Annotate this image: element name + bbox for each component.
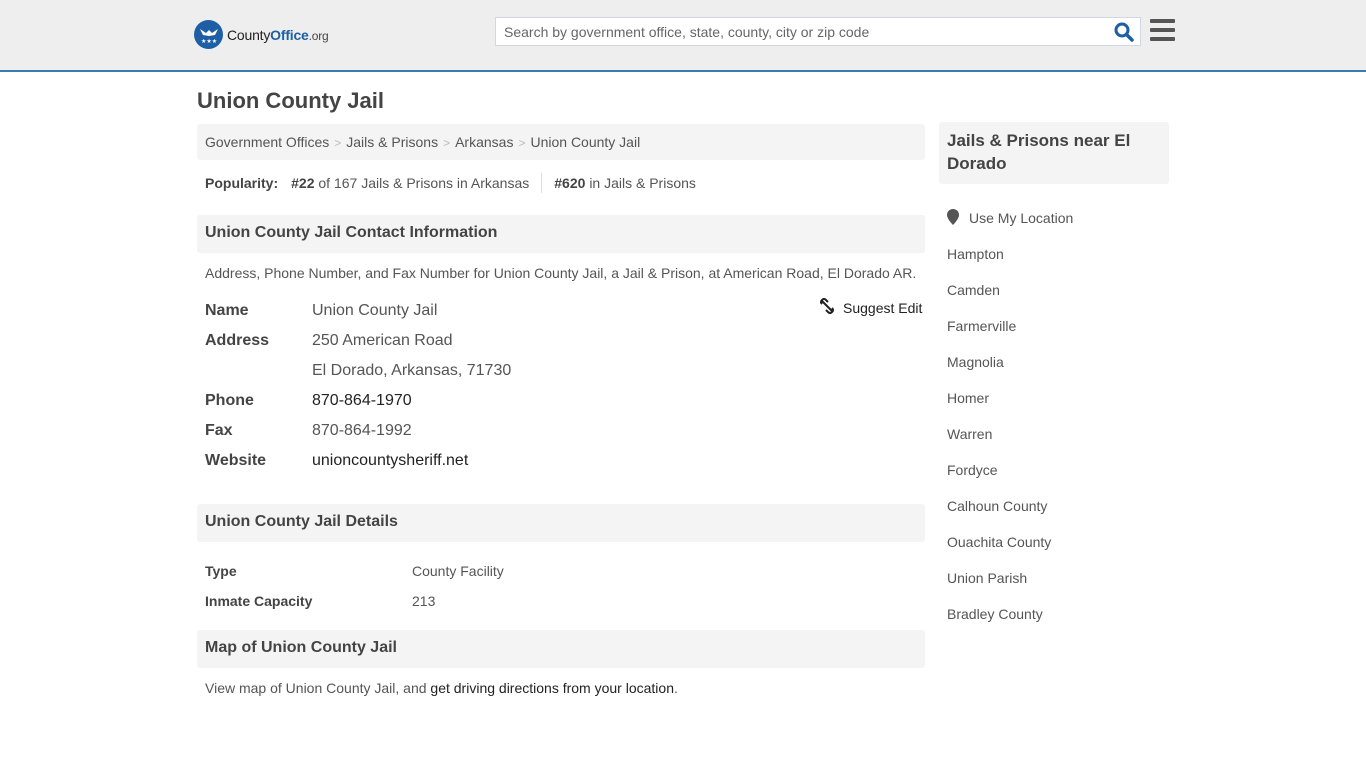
breadcrumb-separator: > — [518, 136, 526, 150]
breadcrumb-arkansas[interactable]: Arkansas — [455, 134, 513, 150]
nearby-link-bradley-county[interactable]: Bradley County — [947, 606, 1043, 622]
nearby-link-warren[interactable]: Warren — [947, 426, 992, 442]
name-label: Name — [205, 302, 249, 319]
site-logo[interactable]: ★★★ CountyOffice.org — [194, 20, 329, 49]
website-link[interactable]: unioncountysheriff.net — [312, 452, 468, 469]
capacity-label: Inmate Capacity — [205, 593, 313, 609]
address-row: Address 250 American Road — [205, 326, 511, 356]
map-pin-icon — [947, 208, 959, 228]
popularity-divider — [541, 173, 543, 193]
type-value: County Facility — [412, 563, 504, 579]
broken-link-icon — [819, 298, 835, 317]
popularity-bar: Popularity: #22 of 167 Jails & Prisons i… — [205, 173, 696, 193]
nearby-link-farmerville[interactable]: Farmerville — [947, 318, 1016, 334]
type-label: Type — [205, 563, 237, 579]
nearby-link-homer[interactable]: Homer — [947, 390, 989, 406]
details-table: Type County Facility Inmate Capacity 213 — [205, 556, 504, 616]
address-line1: 250 American Road — [312, 332, 453, 349]
suggest-edit-link[interactable]: Suggest Edit — [843, 300, 922, 316]
state-rank-text: of 167 Jails & Prisons in Arkansas — [318, 175, 530, 191]
search-box — [495, 17, 1141, 46]
logo-text: CountyOffice.org — [227, 26, 329, 43]
name-row: Name Union County Jail — [205, 296, 511, 326]
nearby-link-calhoun-county[interactable]: Calhoun County — [947, 498, 1047, 514]
website-label: Website — [205, 452, 267, 469]
popularity-label: Popularity: — [205, 175, 279, 191]
phone-link[interactable]: 870-864-1970 — [312, 392, 412, 409]
fax-row: Fax 870-864-1992 — [205, 416, 511, 446]
capacity-row: Inmate Capacity 213 — [205, 586, 504, 616]
use-my-location-link[interactable]: Use My Location — [969, 210, 1073, 226]
nearby-list: Use My Location Hampton Camden Farmervil… — [947, 200, 1073, 632]
map-heading: Map of Union County Jail — [197, 630, 925, 668]
sidebar-heading: Jails & Prisons near El Dorado — [939, 122, 1169, 184]
address-row-2: El Dorado, Arkansas, 71730 — [205, 356, 511, 386]
map-description: View map of Union County Jail, and get d… — [205, 680, 678, 696]
breadcrumb: Government Offices > Jails & Prisons > Arkan… — [197, 124, 925, 160]
fax-label: Fax — [205, 422, 233, 439]
nearby-link-union-parish[interactable]: Union Parish — [947, 570, 1027, 586]
fax-value: 870-864-1992 — [312, 422, 412, 439]
breadcrumb-separator: > — [443, 136, 451, 150]
breadcrumb-current[interactable]: Union County Jail — [530, 134, 640, 150]
type-row: Type County Facility — [205, 556, 504, 586]
breadcrumb-jails-prisons[interactable]: Jails & Prisons — [346, 134, 438, 150]
state-rank: #22 — [291, 175, 315, 191]
contact-heading: Union County Jail Contact Information — [197, 215, 925, 253]
address-label: Address — [205, 332, 270, 349]
driving-directions-link[interactable]: get driving directions from your locatio… — [430, 680, 674, 696]
phone-row: Phone 870-864-1970 — [205, 386, 511, 416]
breadcrumb-government-offices[interactable]: Government Offices — [205, 134, 329, 150]
website-row: Website unioncountysheriff.net — [205, 446, 511, 476]
nearby-link-camden[interactable]: Camden — [947, 282, 1000, 298]
breadcrumb-separator: > — [334, 136, 342, 150]
page-title: Union County Jail — [197, 88, 384, 113]
search-icon[interactable] — [1114, 22, 1134, 42]
suggest-edit[interactable]: Suggest Edit — [819, 298, 922, 317]
hamburger-menu-icon[interactable] — [1150, 19, 1175, 41]
nearby-link-ouachita-county[interactable]: Ouachita County — [947, 534, 1051, 550]
address-line2: El Dorado, Arkansas, 71730 — [312, 362, 512, 379]
nearby-link-hampton[interactable]: Hampton — [947, 246, 1004, 262]
nearby-link-fordyce[interactable]: Fordyce — [947, 462, 998, 478]
capacity-value: 213 — [412, 593, 436, 609]
details-heading: Union County Jail Details — [197, 504, 925, 542]
search-input[interactable] — [496, 18, 1096, 45]
national-rank: #620 — [554, 175, 586, 191]
nearby-link-magnolia[interactable]: Magnolia — [947, 354, 1004, 370]
eagle-stars-logo-icon: ★★★ — [194, 20, 223, 49]
contact-info: Name Union County Jail Address 250 Ameri… — [205, 296, 511, 476]
name-value: Union County Jail — [312, 302, 438, 319]
contact-description: Address, Phone Number, and Fax Number fo… — [205, 265, 917, 281]
national-rank-text: in Jails & Prisons — [589, 175, 696, 191]
phone-label: Phone — [205, 392, 254, 409]
svg-text:★★★: ★★★ — [201, 38, 217, 45]
site-header: ★★★ CountyOffice.org — [0, 0, 1366, 72]
use-my-location[interactable]: Use My Location — [947, 200, 1073, 236]
